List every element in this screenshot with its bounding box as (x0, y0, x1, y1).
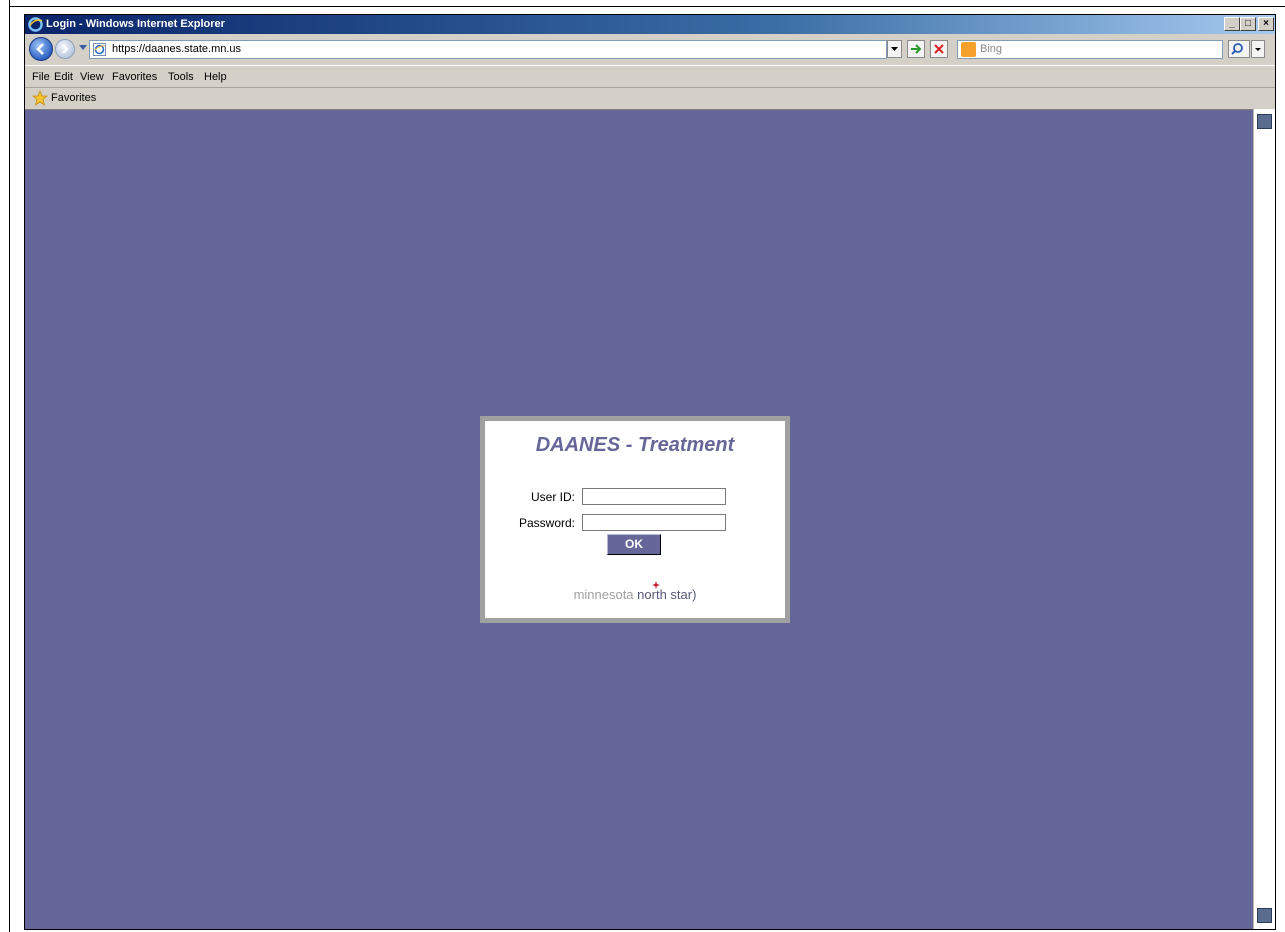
search-options-button[interactable] (1251, 40, 1265, 58)
window-edge-left (9, 0, 10, 932)
scroll-up-button[interactable] (1257, 114, 1272, 129)
go-icon (911, 44, 922, 54)
bing-icon (961, 42, 976, 57)
favorites-bar: Favorites (25, 88, 1275, 109)
minnesota-north-star-logo: minnesota north star) (485, 587, 785, 602)
back-icon (36, 43, 44, 55)
title-bar: Login - Windows Internet Explorer _ □ × (25, 15, 1275, 34)
window-title: Login - Windows Internet Explorer (46, 18, 225, 30)
search-input[interactable]: Bing (957, 40, 1223, 59)
vertical-scrollbar[interactable] (1253, 109, 1275, 929)
star-icon (652, 581, 660, 589)
menu-view[interactable]: View (80, 71, 104, 83)
favorites-button[interactable]: Favorites (51, 92, 96, 104)
minimize-button[interactable]: _ (1224, 17, 1240, 31)
password-input[interactable] (582, 514, 726, 531)
forward-button[interactable] (55, 39, 75, 59)
menu-file[interactable]: File (32, 71, 50, 83)
browser-window: Login - Windows Internet Explorer _ □ × … (24, 14, 1276, 930)
page-icon (93, 43, 106, 56)
login-dialog: DAANES - Treatment User ID: Password: OK… (480, 416, 790, 623)
url-text[interactable]: https://daanes.state.mn.us (112, 43, 241, 55)
logo-text-minnesota: minnesota (573, 587, 634, 602)
search-icon (1231, 43, 1243, 55)
login-panel: DAANES - Treatment User ID: Password: OK… (485, 421, 785, 618)
user-id-input[interactable] (582, 488, 726, 505)
stop-button[interactable] (930, 40, 948, 58)
logo-text-north-star: north star) (637, 587, 697, 602)
ok-button[interactable]: OK (607, 534, 661, 555)
star-icon (32, 90, 48, 106)
scroll-down-button[interactable] (1257, 908, 1272, 923)
page-content: DAANES - Treatment User ID: Password: OK… (25, 109, 1253, 929)
back-button[interactable] (29, 37, 53, 61)
menu-help[interactable]: Help (204, 71, 227, 83)
app-title: DAANES - Treatment (535, 434, 735, 456)
chevron-down-icon (891, 47, 898, 51)
address-dropdown-button[interactable] (887, 40, 902, 58)
search-button[interactable] (1228, 40, 1250, 58)
menu-tools[interactable]: Tools (168, 71, 194, 83)
password-label: Password: (518, 516, 575, 530)
recent-pages-dropdown[interactable] (79, 45, 87, 50)
menu-favorites[interactable]: Favorites (112, 71, 157, 83)
ie-icon (28, 17, 43, 32)
go-button[interactable] (907, 40, 925, 58)
forward-icon (62, 44, 69, 54)
user-id-label: User ID: (530, 490, 575, 504)
search-placeholder: Bing (980, 43, 1003, 55)
chevron-down-icon (1255, 48, 1261, 51)
menu-edit[interactable]: Edit (54, 71, 73, 83)
window-edge-top (9, 6, 1285, 7)
stop-icon (934, 44, 944, 54)
menu-bar: File Edit View Favorites Tools Help (25, 65, 1275, 88)
address-toolbar: https://daanes.state.mn.us Bing (25, 34, 1275, 65)
maximize-button[interactable]: □ (1240, 17, 1256, 31)
close-button[interactable]: × (1258, 17, 1274, 31)
address-field[interactable]: https://daanes.state.mn.us (89, 40, 887, 59)
